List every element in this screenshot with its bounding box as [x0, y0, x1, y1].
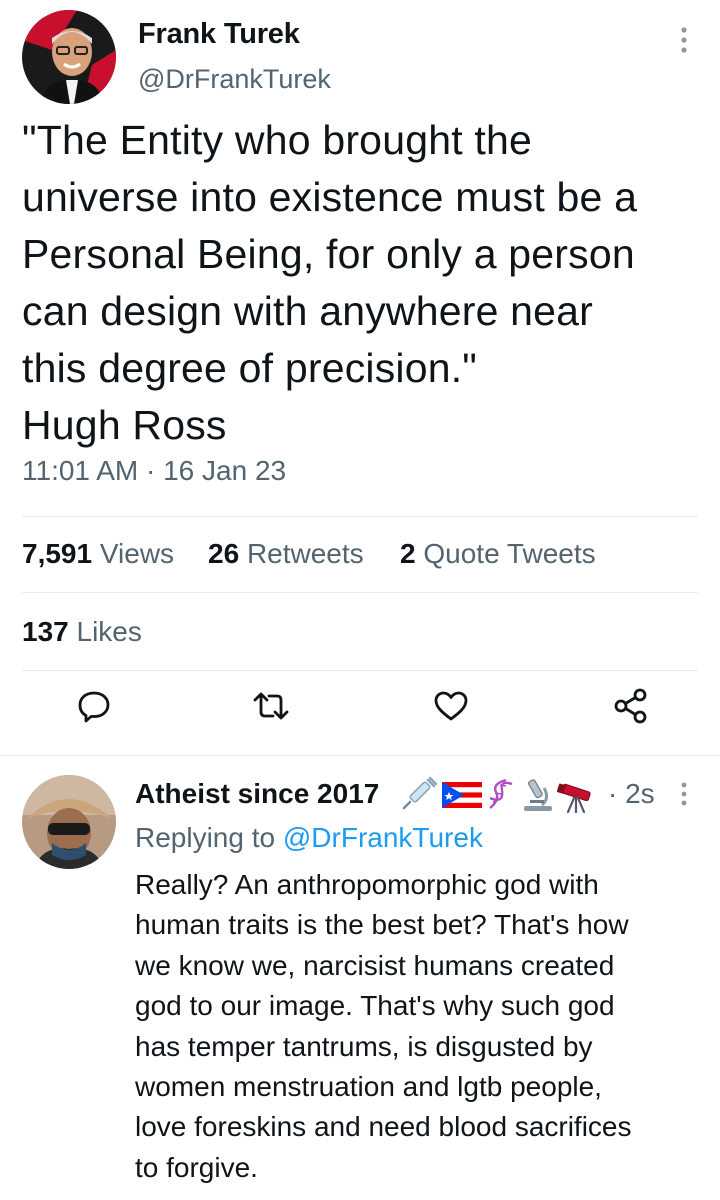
- reply-more-options-icon[interactable]: [672, 780, 696, 810]
- reply-icon[interactable]: [74, 686, 114, 726]
- telescope-icon: [556, 783, 591, 814]
- tweet-text-line: can design with anywhere near: [22, 288, 594, 334]
- quotes-count: 2: [400, 538, 416, 569]
- quotes-label: Quote Tweets: [423, 538, 596, 569]
- divider: [22, 592, 698, 593]
- author-avatar[interactable]: [22, 10, 116, 104]
- reply-text-line: women menstruation and lgtb people,: [135, 1071, 602, 1103]
- tweet-timestamp[interactable]: 11:01 AM · 16 Jan 23: [22, 455, 286, 487]
- likes-stat[interactable]: 137 Likes: [22, 616, 142, 648]
- reply-text-line: human traits is the best bet? That's how: [135, 909, 629, 941]
- retweet-icon[interactable]: [251, 686, 291, 726]
- retweets-stat[interactable]: 26 Retweets: [208, 538, 364, 570]
- tweet-text-line: universe into existence must be a: [22, 174, 638, 220]
- microscope-icon: [524, 779, 552, 811]
- divider: [22, 670, 698, 671]
- retweets-label: Retweets: [246, 538, 364, 569]
- replying-to-label: Replying to: [135, 822, 276, 853]
- reply-text-line: to forgive.: [135, 1151, 258, 1183]
- likes-label: Likes: [76, 616, 142, 647]
- more-options-icon[interactable]: [672, 20, 696, 60]
- reply-text-line: love foreskins and need blood sacrifices: [135, 1111, 632, 1143]
- puerto-rico-flag-icon: [442, 782, 482, 808]
- views-count: 7,591: [22, 538, 93, 569]
- tweet-text: "The Entity who brought the universe int…: [22, 112, 712, 454]
- syringe-icon: [402, 776, 438, 810]
- reply-author-name[interactable]: Atheist since 2017: [135, 778, 379, 810]
- divider: [22, 516, 698, 517]
- reply-text-line: has temper tantrums, is disgusted by: [135, 1030, 593, 1062]
- tweet-text-line: "The Entity who brought the: [22, 117, 532, 163]
- replying-to: Replying to @DrFrankTurek: [135, 822, 483, 854]
- reply-text: Really? An anthropomorphic god with huma…: [135, 865, 715, 1188]
- author-handle[interactable]: @DrFrankTurek: [138, 64, 331, 95]
- author-name[interactable]: Frank Turek: [138, 18, 300, 51]
- share-icon[interactable]: [611, 686, 651, 726]
- reply-text-line: Really? An anthropomorphic god with: [135, 869, 599, 900]
- tweet-text-line: Personal Being, for only a person: [22, 231, 635, 277]
- views-label: Views: [99, 538, 175, 569]
- divider: [0, 755, 720, 756]
- views-stat: 7,591 Views: [22, 538, 174, 570]
- quote-tweets-stat[interactable]: 2 Quote Tweets: [400, 538, 596, 570]
- tweet-action-bar: [0, 680, 720, 740]
- retweets-count: 26: [208, 538, 240, 569]
- reply-time[interactable]: · 2s: [608, 778, 655, 810]
- reply-text-line: god to our image. That's why such god: [135, 990, 615, 1022]
- replying-to-mention[interactable]: @DrFrankTurek: [283, 822, 483, 853]
- tweet-text-line: this degree of precision.": [22, 345, 478, 391]
- dna-icon: [489, 778, 513, 809]
- name-emojis: [398, 774, 603, 814]
- tweet-text-line: Hugh Ross: [22, 402, 227, 448]
- reply-author-avatar[interactable]: [22, 775, 116, 869]
- likes-count: 137: [22, 616, 69, 647]
- like-icon[interactable]: [431, 686, 471, 726]
- reply-text-line: we know we, narcisist humans created: [135, 949, 615, 981]
